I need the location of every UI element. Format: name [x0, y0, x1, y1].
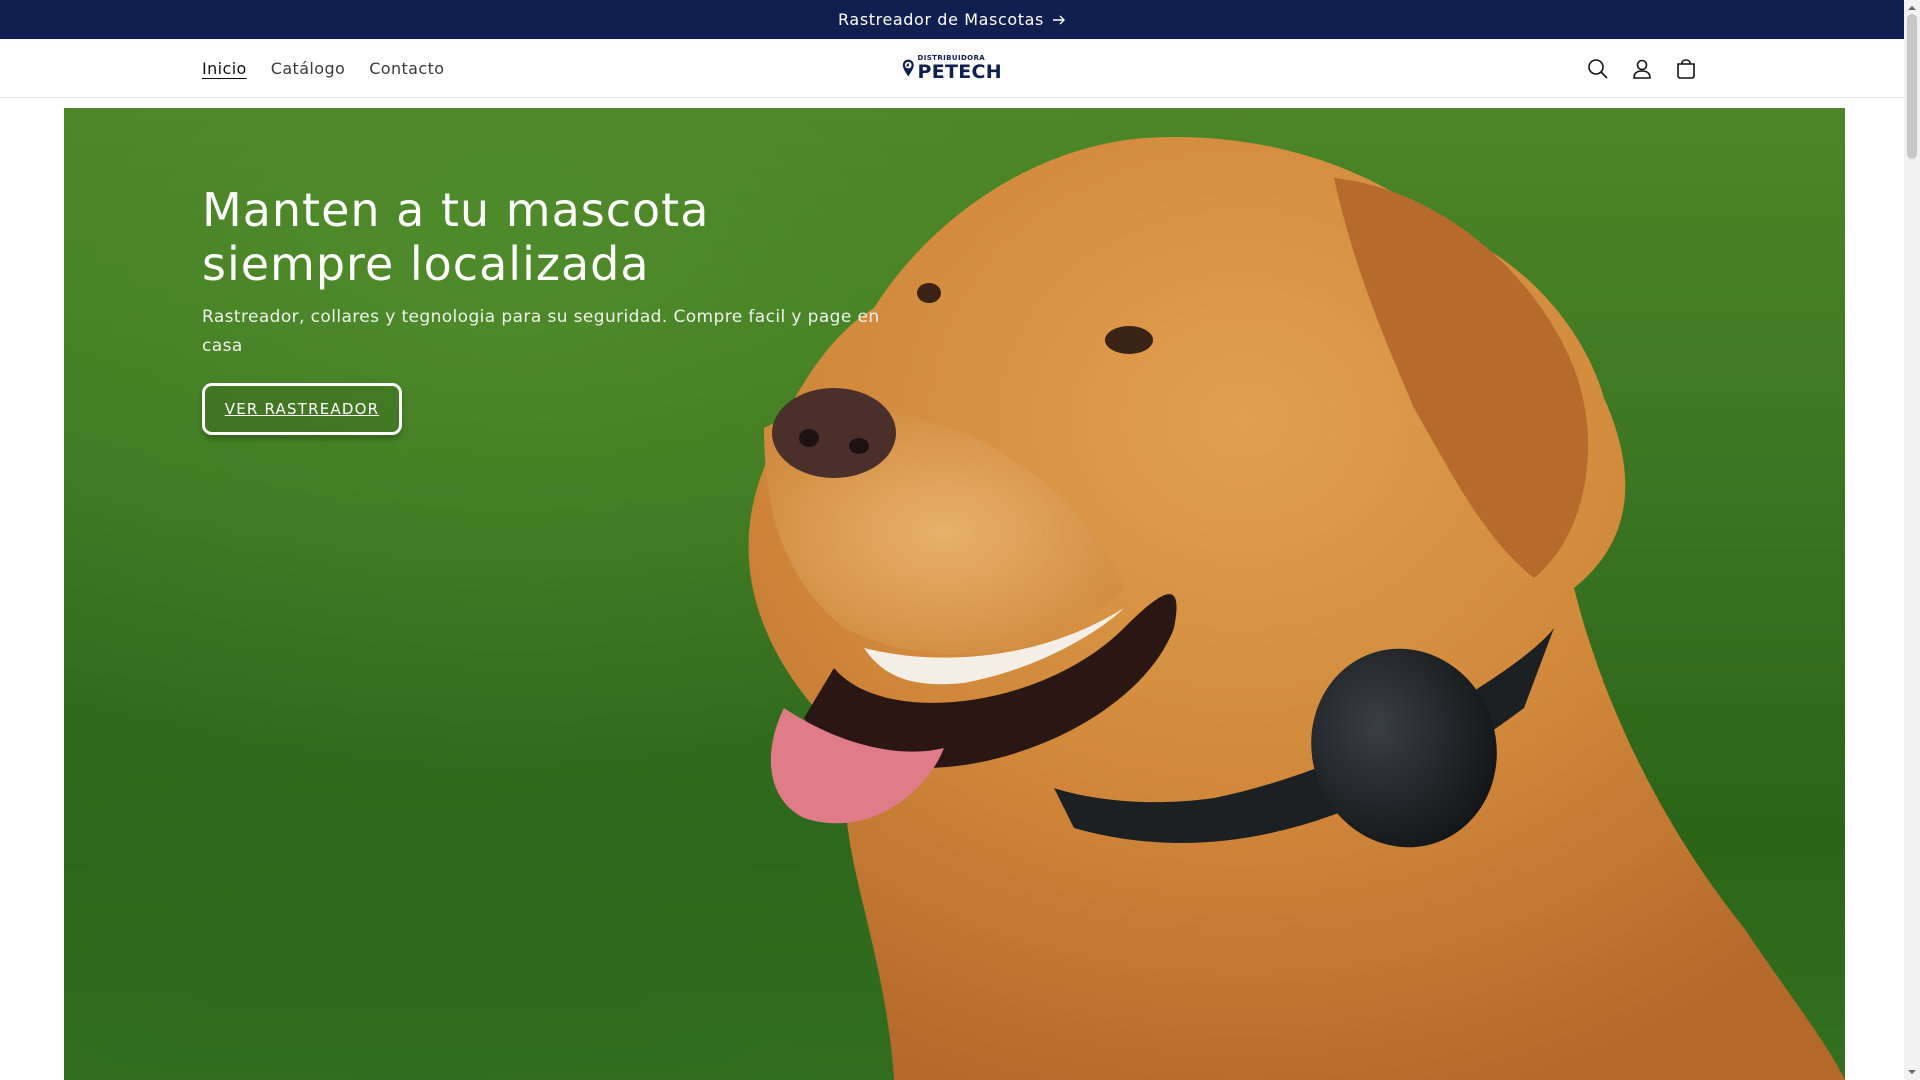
- nav-link-contacto[interactable]: Contacto: [369, 59, 444, 78]
- hero-title: Manten a tu mascota siempre localizada: [202, 183, 710, 291]
- hero-subtitle: Rastreador, collares y tegnologia para s…: [202, 307, 880, 356]
- account-button[interactable]: [1620, 47, 1664, 91]
- main-nav: Inicio Catálogo Contacto: [202, 39, 468, 98]
- location-pin-icon: [902, 59, 914, 77]
- announcement-text: Rastreador de Mascotas: [838, 10, 1044, 29]
- account-icon: [1633, 59, 1651, 79]
- scrollbar-thumb[interactable]: [1907, 14, 1917, 159]
- announcement-bar[interactable]: Rastreador de Mascotas: [0, 0, 1904, 39]
- scroll-up-icon[interactable]: [1908, 4, 1916, 12]
- logo-name: PETECH: [917, 60, 1002, 83]
- cart-button[interactable]: [1664, 47, 1708, 91]
- view-tracker-button[interactable]: VER RASTREADOR: [202, 383, 402, 435]
- nav-link-catalogo[interactable]: Catálogo: [271, 59, 345, 78]
- scroll-down-icon[interactable]: [1908, 1068, 1916, 1076]
- page-scrollbar[interactable]: [1904, 0, 1920, 1080]
- hero-content: Manten a tu mascota siempre localizada R…: [202, 183, 902, 435]
- search-button[interactable]: [1576, 47, 1620, 91]
- hero-banner: Manten a tu mascota siempre localizada R…: [64, 108, 1845, 1080]
- arrow-right-icon: [1052, 15, 1065, 24]
- header-icons: [1576, 39, 1708, 98]
- search-icon: [1588, 58, 1608, 79]
- site-header: Inicio Catálogo Contacto DISTRIBUIDORA P…: [0, 39, 1904, 98]
- cart-icon: [1677, 58, 1695, 79]
- nav-link-inicio[interactable]: Inicio: [202, 59, 247, 78]
- brand-logo[interactable]: DISTRIBUIDORA PETECH: [902, 45, 1002, 91]
